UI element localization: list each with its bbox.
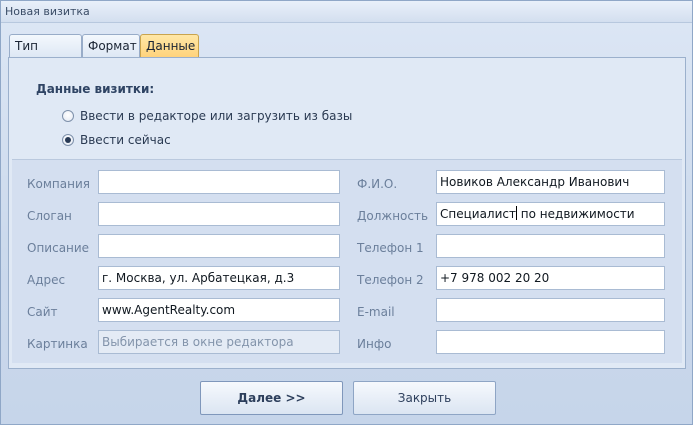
company-label: Компания <box>27 177 90 191</box>
close-button[interactable]: Закрыть <box>353 381 496 415</box>
position-text-before-caret: Специалист <box>440 207 516 221</box>
dialog-window: Новая визитка Тип карты Формат Данные Да… <box>0 0 693 425</box>
radio-enter-now-label: Ввести сейчас <box>80 133 171 147</box>
email-label: E-mail <box>357 305 395 319</box>
slogan-label: Слоган <box>27 209 72 223</box>
phone1-label: Телефон 1 <box>357 241 424 255</box>
address-input[interactable]: г. Москва, ул. Арбатецкая, д.3 <box>98 266 340 290</box>
position-input[interactable]: Специалист по недвижимости <box>436 202 665 226</box>
position-text-after-caret: по недвижимости <box>516 207 635 221</box>
info-input[interactable] <box>436 330 665 354</box>
radio-button-checked[interactable] <box>62 134 74 146</box>
tab-data[interactable]: Данные <box>140 34 199 58</box>
full-name-label: Ф.И.О. <box>357 177 398 191</box>
radio-enter-now-option[interactable]: Ввести сейчас <box>62 132 171 148</box>
tab-card-type[interactable]: Тип карты <box>9 34 82 75</box>
radio-editor-option[interactable]: Ввести в редакторе или загрузить из базы <box>62 108 352 124</box>
description-input[interactable] <box>98 234 340 258</box>
fields-area: Компания Слоган Описание Адрес г. Москва… <box>12 159 682 363</box>
title-bar[interactable]: Новая визитка <box>1 1 692 23</box>
phone1-input[interactable] <box>436 234 665 258</box>
tab-format[interactable]: Формат <box>82 34 140 58</box>
next-button[interactable]: Далее >> <box>200 381 343 415</box>
radio-editor-label: Ввести в редакторе или загрузить из базы <box>80 109 353 123</box>
full-name-input[interactable]: Новиков Александр Иванович <box>436 170 665 194</box>
position-label: Должность <box>357 209 429 223</box>
window-title: Новая визитка <box>5 5 90 18</box>
data-panel: Данные визитки: Ввести в редакторе или з… <box>8 57 686 369</box>
company-input[interactable] <box>98 170 340 194</box>
description-label: Описание <box>27 241 90 255</box>
info-label: Инфо <box>357 337 392 351</box>
website-label: Сайт <box>27 305 58 319</box>
phone2-label: Телефон 2 <box>357 273 424 287</box>
picture-input: Выбирается в окне редактора <box>98 330 340 354</box>
email-input[interactable] <box>436 298 665 322</box>
website-input[interactable]: www.AgentRealty.com <box>98 298 340 322</box>
card-data-heading: Данные визитки: <box>36 82 155 96</box>
slogan-input[interactable] <box>98 202 340 226</box>
picture-label: Картинка <box>27 337 88 351</box>
address-label: Адрес <box>27 273 66 287</box>
radio-button-unchecked[interactable] <box>62 110 74 122</box>
phone2-input[interactable]: +7 978 002 20 20 <box>436 266 665 290</box>
